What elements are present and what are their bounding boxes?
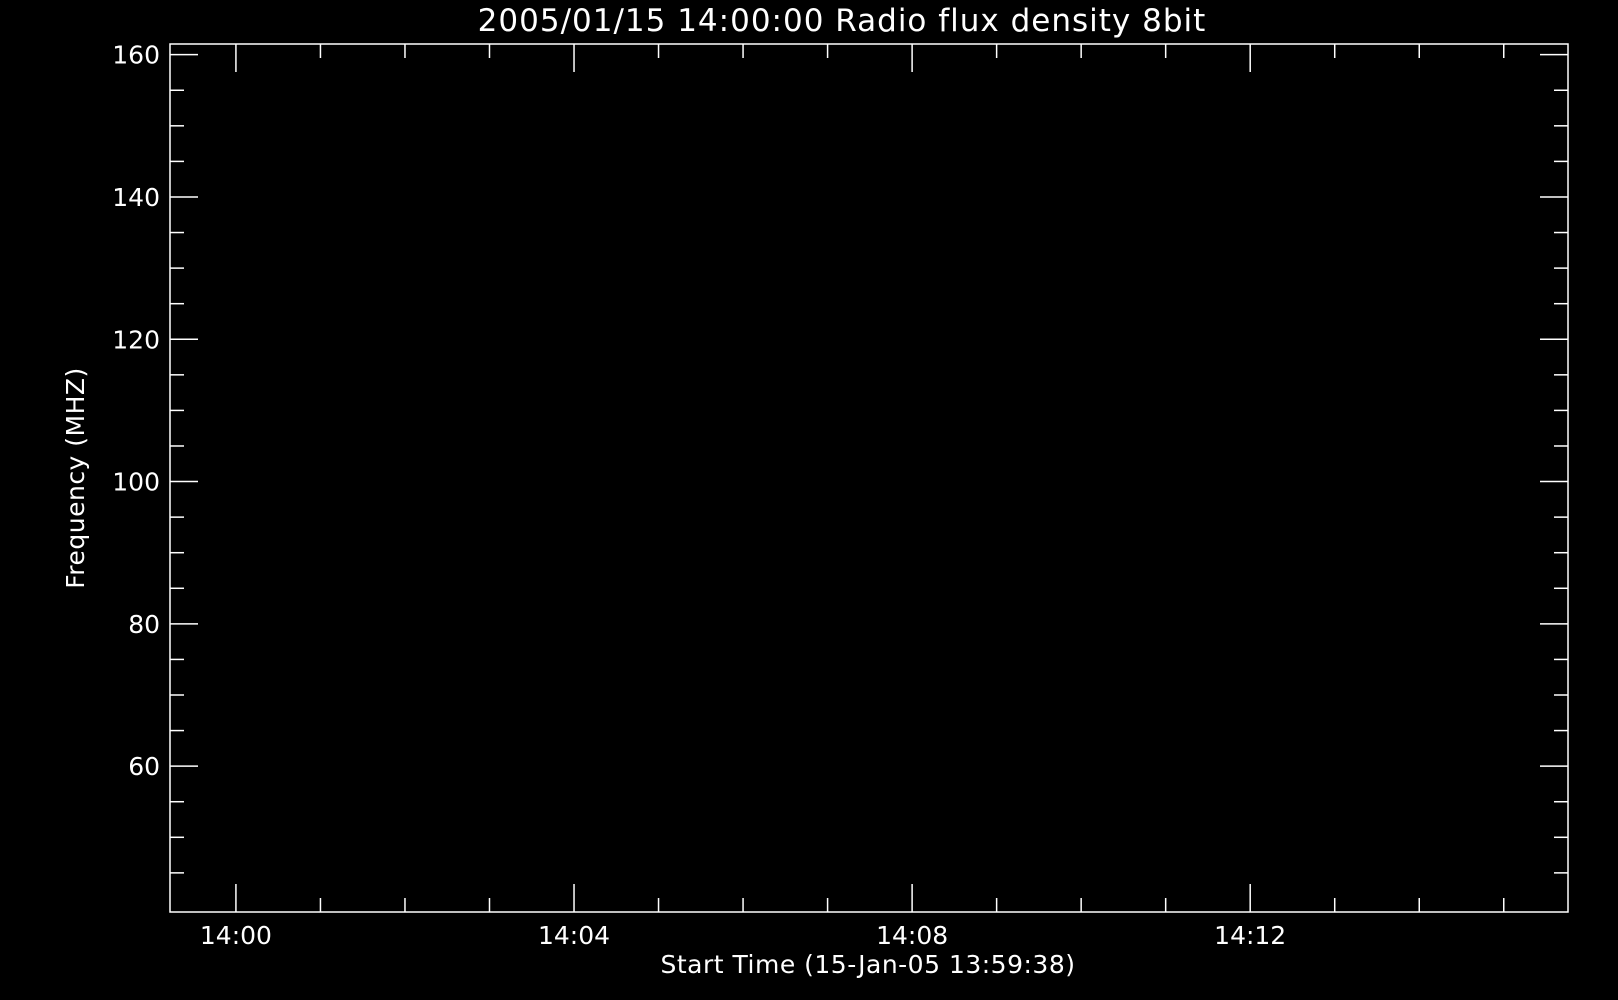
x-tick-label: 14:12 [1214, 921, 1286, 950]
y-tick-label: 160 [112, 41, 160, 70]
y-tick-label: 60 [128, 752, 160, 781]
y-tick-label: 140 [112, 183, 160, 212]
spectrogram-figure: 2005/01/15 14:00:00 Radio flux density 8… [0, 0, 1618, 1000]
heatmap-raster [235, 872, 1504, 1000]
figure-background [0, 0, 1618, 1000]
x-tick-label: 14:08 [876, 921, 948, 950]
y-tick-label: 120 [112, 325, 160, 354]
y-tick-label: 100 [112, 468, 160, 497]
x-tick-label: 14:04 [538, 921, 610, 950]
x-axis-label: Start Time (15-Jan-05 13:59:38) [661, 950, 1076, 979]
chart-title: 2005/01/15 14:00:00 Radio flux density 8… [478, 3, 1207, 39]
y-tick-label: 80 [128, 610, 160, 639]
x-tick-label: 14:00 [200, 921, 272, 950]
y-axis-label: Frequency (MHZ) [61, 367, 90, 589]
spectrogram-heatmap [235, 872, 1504, 1000]
